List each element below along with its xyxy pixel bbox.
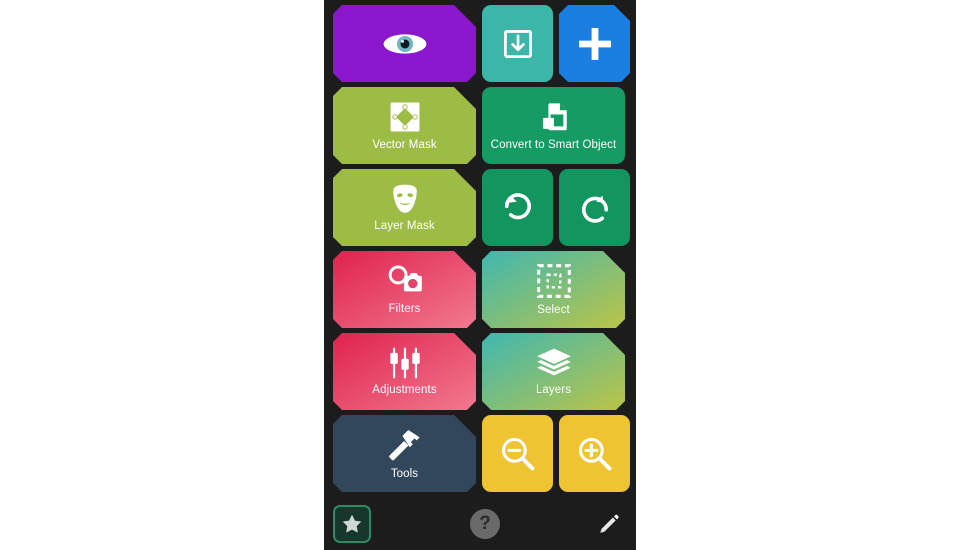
tile-import[interactable] bbox=[482, 5, 553, 82]
theater-mask-icon bbox=[388, 183, 422, 215]
tile-vector-mask[interactable]: Vector Mask bbox=[333, 87, 476, 164]
screenshot-canvas: Vector Mask Convert to Smart Object Laye… bbox=[0, 0, 960, 550]
tile-layer-mask[interactable]: Layer Mask bbox=[333, 169, 476, 246]
pencil-edit-button[interactable] bbox=[594, 510, 624, 540]
camera-filters-icon bbox=[386, 264, 424, 298]
tile-label: Filters bbox=[388, 303, 421, 315]
help-button[interactable]: ? bbox=[470, 509, 500, 539]
tile-label: Layers bbox=[535, 384, 572, 396]
sliders-icon bbox=[387, 347, 423, 379]
tile-convert-smart[interactable]: Convert to Smart Object bbox=[482, 87, 625, 164]
tile-row: Adjustments Layers bbox=[333, 333, 627, 410]
zoom-in-icon bbox=[576, 435, 614, 473]
eye-icon bbox=[382, 29, 428, 59]
tile-tools[interactable]: Tools bbox=[333, 415, 476, 492]
tile-row: Vector Mask Convert to Smart Object bbox=[333, 87, 627, 164]
download-box-icon bbox=[500, 26, 536, 62]
tile-undo[interactable] bbox=[482, 169, 553, 246]
tile-filters[interactable]: Filters bbox=[333, 251, 476, 328]
tile-grid: Vector Mask Convert to Smart Object Laye… bbox=[333, 5, 630, 492]
tile-row bbox=[333, 5, 627, 82]
smart-object-icon bbox=[537, 100, 571, 134]
plus-icon bbox=[575, 24, 615, 64]
redo-icon bbox=[576, 189, 614, 227]
vector-mask-icon bbox=[388, 100, 422, 134]
tile-add[interactable] bbox=[559, 5, 630, 82]
tile-label: Tools bbox=[390, 468, 419, 480]
pencil-icon bbox=[600, 514, 619, 533]
help-button-label: ? bbox=[479, 513, 491, 534]
tile-label: Vector Mask bbox=[372, 139, 437, 151]
tile-row: Filters Select bbox=[333, 251, 627, 328]
undo-icon bbox=[499, 189, 537, 227]
star-favorites-button[interactable] bbox=[333, 505, 371, 543]
star-icon bbox=[342, 515, 362, 533]
tile-zoom-out[interactable] bbox=[482, 415, 553, 492]
bottom-toolbar: ? bbox=[324, 498, 636, 550]
marquee-select-icon bbox=[536, 263, 572, 299]
tile-select[interactable]: Select bbox=[482, 251, 625, 328]
tile-label: Layer Mask bbox=[374, 220, 435, 232]
tile-adjustments[interactable]: Adjustments bbox=[333, 333, 476, 410]
tile-label: Adjustments bbox=[372, 384, 437, 396]
tile-redo[interactable] bbox=[559, 169, 630, 246]
tile-row: Layer Mask bbox=[333, 169, 630, 246]
hammer-icon bbox=[386, 427, 424, 463]
tile-row: Tools bbox=[333, 415, 630, 492]
tile-zoom-in[interactable] bbox=[559, 415, 630, 492]
mobile-app-window: Vector Mask Convert to Smart Object Laye… bbox=[324, 0, 636, 550]
tile-label: Select bbox=[537, 304, 570, 316]
zoom-out-icon bbox=[499, 435, 537, 473]
tile-label: Convert to Smart Object bbox=[490, 139, 617, 151]
layers-icon bbox=[535, 347, 573, 379]
tile-preview[interactable] bbox=[333, 5, 476, 82]
tile-layers[interactable]: Layers bbox=[482, 333, 625, 410]
